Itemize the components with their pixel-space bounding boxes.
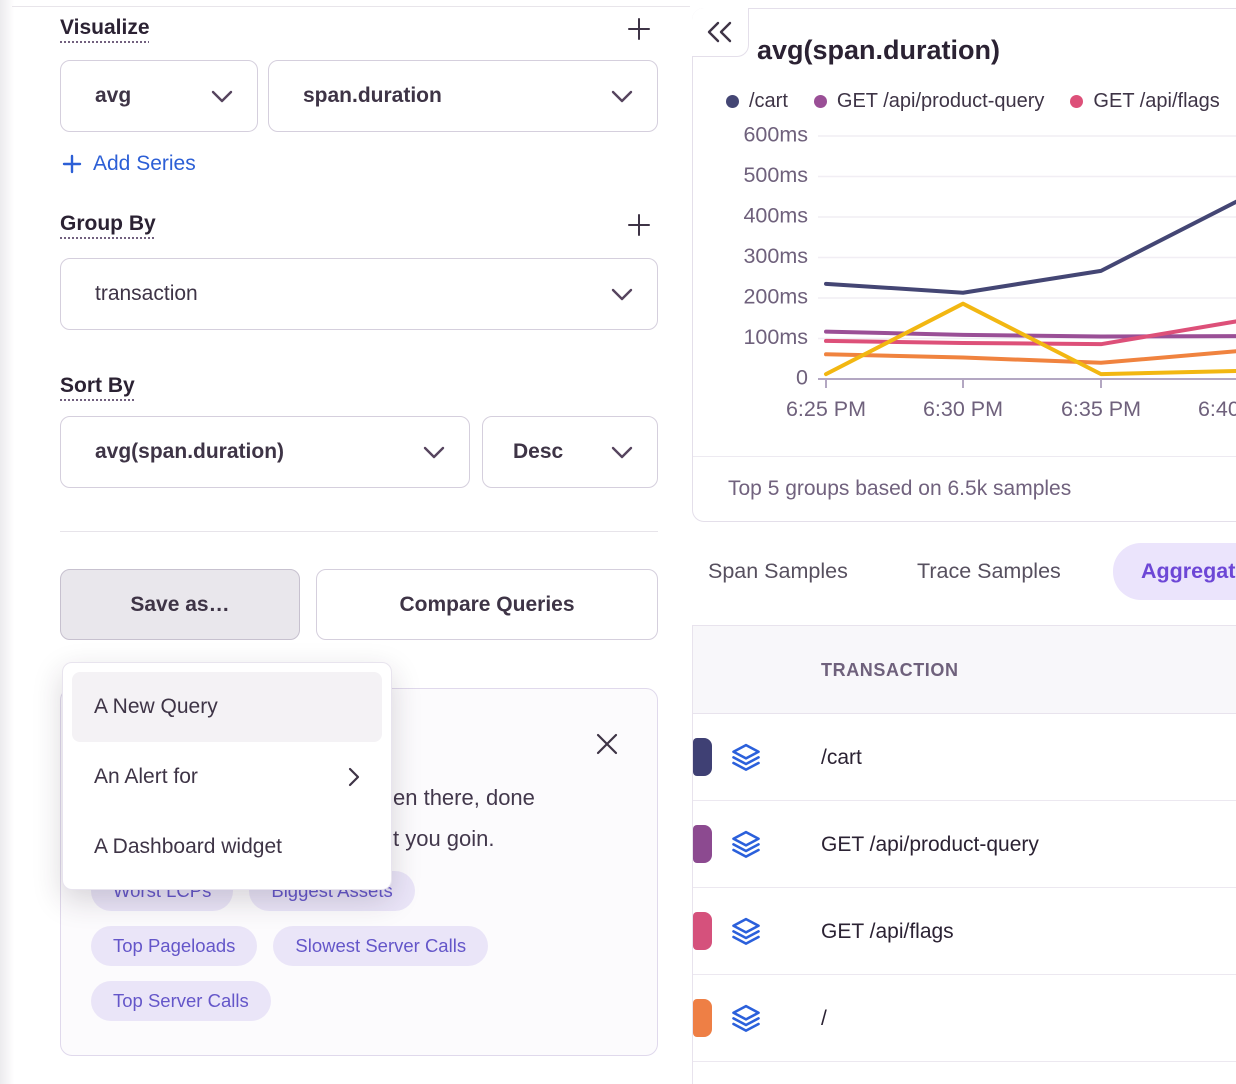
y-axis-tick-label: 600ms: [743, 123, 808, 147]
add-series-label: Add Series: [93, 152, 196, 176]
x-axis-tick-label: 6:25 PM: [786, 397, 866, 421]
group-by-select[interactable]: transaction: [60, 258, 658, 330]
table-body: /cartGET /api/product-queryGET /api/flag…: [693, 714, 1236, 1084]
legend-dot: [1070, 95, 1083, 108]
series-color-swatch: [693, 825, 712, 863]
sort-field-select-value: avg(span.duration): [95, 440, 284, 464]
chart-title: avg(span.duration): [757, 35, 1000, 66]
menu-item-a-dashboard-widget[interactable]: A Dashboard widget: [72, 812, 382, 882]
transaction-name: /: [821, 975, 827, 1062]
aggregate-select[interactable]: avg: [60, 60, 258, 132]
legend-dot: [726, 95, 739, 108]
save-as-menu: A New Query An Alert for A Dashboard widge…: [62, 662, 392, 890]
tab-span-samples[interactable]: Span Samples: [708, 543, 848, 600]
sort-direction-select[interactable]: Desc: [482, 416, 658, 488]
promo-text: en there, done t you goin.: [393, 777, 535, 859]
results-table: TRANSACTION /cartGET /api/product-queryG…: [692, 625, 1236, 1084]
table-row-item[interactable]: /: [693, 975, 1236, 1062]
chart-footer-divider: [693, 456, 1236, 457]
legend-dot: [814, 95, 827, 108]
chevron-down-icon: [611, 446, 633, 459]
chevron-down-icon: [611, 288, 633, 301]
panel-top-border: [12, 6, 690, 7]
field-select[interactable]: span.duration: [268, 60, 658, 132]
menu-item-an-alert-for[interactable]: An Alert for: [72, 742, 382, 812]
plus-icon: [625, 15, 653, 43]
layers-icon: [731, 1003, 761, 1033]
tab-aggregates[interactable]: Aggregates: [1113, 543, 1236, 600]
collapse-panel-button[interactable]: [692, 8, 749, 57]
promo-text-line1: en there, done: [393, 777, 535, 818]
chevron-right-icon: [348, 767, 360, 787]
double-chevron-left-icon: [706, 21, 734, 43]
add-group-by-icon[interactable]: [624, 210, 654, 240]
sort-direction-select-value: Desc: [513, 440, 563, 464]
transaction-name: GET /api/flags: [821, 888, 954, 975]
chart-footer-text: Top 5 groups based on 6.5k samples: [728, 477, 1071, 501]
sort-field-select[interactable]: avg(span.duration): [60, 416, 470, 488]
line-chart: 0 100ms 200ms 300ms 400ms 500ms 600ms 6:25 PM 6:…: [693, 109, 1236, 449]
layers-icon: [731, 916, 761, 946]
layers-icon: [731, 742, 761, 772]
visualize-section-title: Visualize: [60, 16, 150, 40]
y-axis-tick-label: 0: [796, 366, 808, 390]
sort-by-section-title: Sort By: [60, 374, 135, 398]
menu-item-label: An Alert for: [94, 765, 198, 789]
suggested-query-chip-top-pageloads[interactable]: Top Pageloads: [91, 926, 257, 966]
table-row-cart[interactable]: /cart: [693, 714, 1236, 801]
plus-icon: [62, 154, 82, 174]
field-select-value: span.duration: [303, 84, 442, 108]
y-axis-tick-label: 500ms: [743, 163, 808, 187]
layers-icon: [731, 829, 761, 859]
suggested-query-chips: Worst LCPsBiggest AssetsTop PageloadsSlo…: [91, 871, 521, 1021]
y-axis-tick-label: 100ms: [743, 325, 808, 349]
menu-item-label: A Dashboard widget: [94, 835, 282, 859]
add-series-button[interactable]: Add Series: [62, 148, 196, 180]
chevron-down-icon: [423, 446, 445, 459]
x-axis-tick-label: 6:40 PM: [1198, 397, 1236, 421]
query-builder-panel: Visualize avg span.duration Add Ser: [0, 0, 690, 1084]
chevron-down-icon: [611, 90, 633, 103]
app-root: Visualize avg span.duration Add Ser: [0, 0, 1236, 1084]
transaction-name: GET /api/product-query: [821, 801, 1039, 888]
series-line-cart: [826, 201, 1236, 293]
group-by-select-value: transaction: [95, 282, 198, 306]
table-row-get-api-flags[interactable]: GET /api/flags: [693, 888, 1236, 975]
table-row-partial: [693, 1062, 1236, 1084]
table-row-get-api-product-query[interactable]: GET /api/product-query: [693, 801, 1236, 888]
series-color-swatch: [693, 738, 712, 776]
table-column-header: TRANSACTION: [693, 626, 1236, 714]
chart-card: avg(span.duration) /cartGET /api/product…: [692, 8, 1236, 522]
results-tabs: Span Samples Trace Samples Aggregates: [0, 543, 1236, 600]
chevron-down-icon: [211, 90, 233, 103]
drawer-edge-shadow: [0, 0, 14, 1084]
aggregate-select-value: avg: [95, 84, 131, 108]
suggested-query-chip-top-server-calls[interactable]: Top Server Calls: [91, 981, 271, 1021]
suggested-query-chip-slowest-server-calls[interactable]: Slowest Server Calls: [273, 926, 488, 966]
transaction-name: /cart: [821, 714, 862, 801]
series-line-item: [826, 351, 1236, 363]
plus-icon: [625, 211, 653, 239]
section-divider: [60, 531, 658, 532]
x-axis-tick-label: 6:30 PM: [923, 397, 1003, 421]
series-color-swatch: [693, 912, 712, 950]
close-icon[interactable]: [593, 730, 621, 758]
tab-trace-samples[interactable]: Trace Samples: [917, 543, 1061, 600]
y-axis-tick-label: 200ms: [743, 285, 808, 309]
add-visualize-icon[interactable]: [624, 14, 654, 44]
x-axis-tick-label: 6:35 PM: [1061, 397, 1141, 421]
y-axis-tick-label: 300ms: [743, 244, 808, 268]
menu-item-label: A New Query: [94, 695, 218, 719]
y-axis-tick-label: 400ms: [743, 204, 808, 228]
group-by-section-title: Group By: [60, 212, 156, 236]
series-color-swatch: [693, 999, 712, 1037]
menu-item-a-new-query[interactable]: A New Query: [72, 672, 382, 742]
promo-text-line2: t you goin.: [393, 818, 535, 859]
